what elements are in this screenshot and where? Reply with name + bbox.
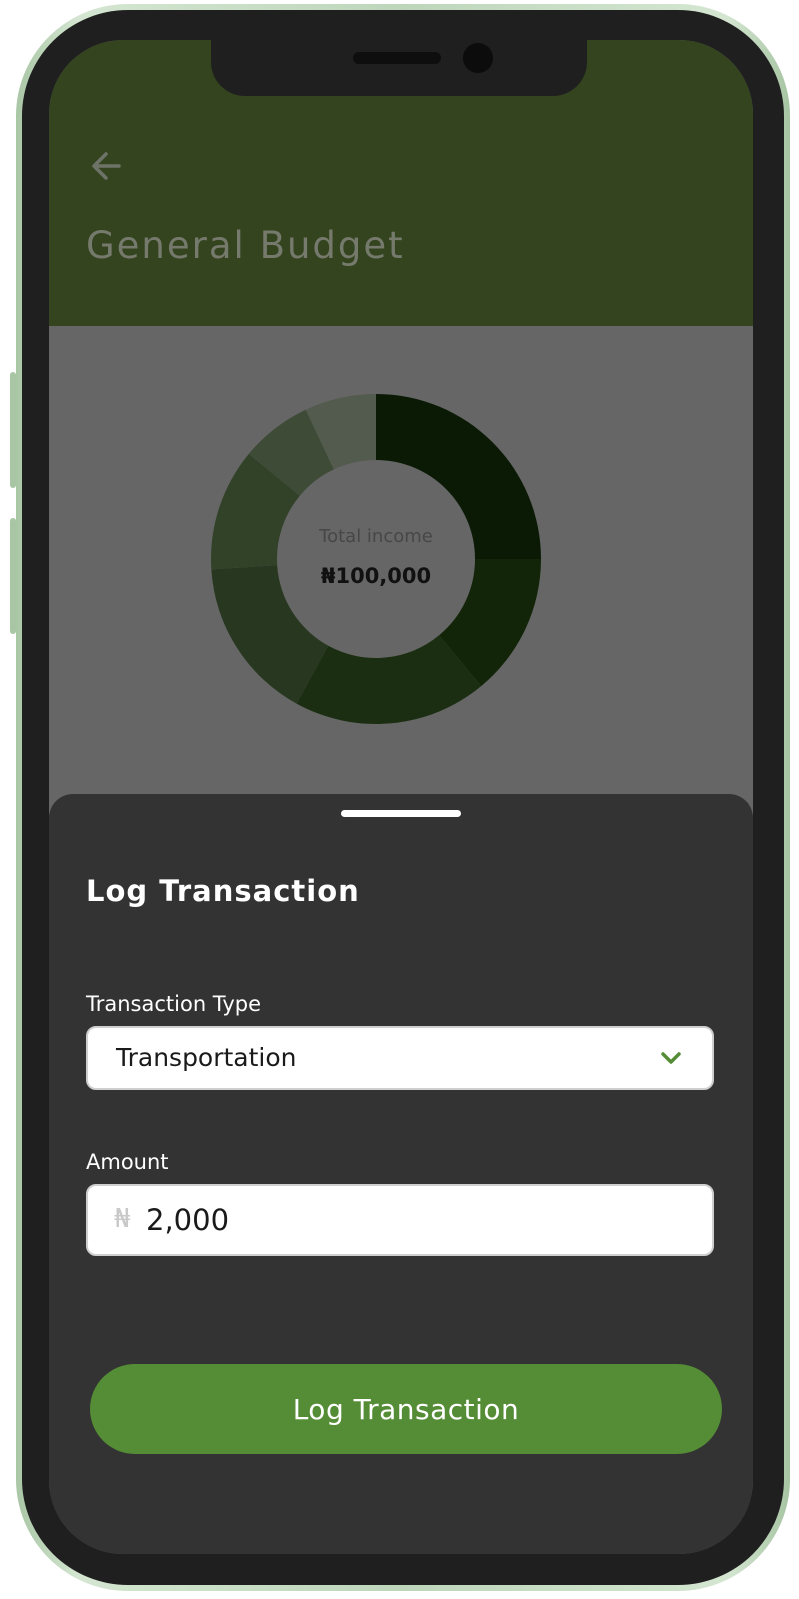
chevron-down-icon (661, 1052, 681, 1064)
amount-field[interactable]: ₦ (86, 1184, 714, 1256)
back-button[interactable] (89, 148, 125, 184)
amount-label: Amount (86, 1150, 169, 1174)
transaction-type-select[interactable]: Transportation (86, 1026, 714, 1090)
log-transaction-button[interactable]: Log Transaction (90, 1364, 722, 1454)
phone-side-button (10, 518, 16, 634)
donut-svg (211, 394, 541, 724)
income-donut-chart: Total income ₦100,000 (211, 394, 541, 724)
app-screen: General Budget Total income ₦100,000 Log… (49, 40, 753, 1554)
total-income-label: Total income (319, 526, 433, 547)
budget-chart: Total income ₦100,000 (49, 326, 753, 836)
speaker-grille (353, 52, 441, 64)
phone-notch (211, 40, 587, 96)
arrow-left-icon (92, 152, 121, 180)
page-title: General Budget (86, 224, 405, 267)
log-transaction-sheet: Log Transaction Transaction Type Transpo… (49, 794, 753, 1554)
total-income-value: ₦100,000 (320, 564, 432, 588)
transaction-type-value: Transportation (116, 1043, 297, 1072)
currency-symbol: ₦ (114, 1204, 131, 1234)
phone-side-button (10, 372, 16, 488)
front-camera (463, 43, 493, 73)
transaction-type-label: Transaction Type (86, 992, 262, 1016)
amount-input[interactable] (146, 1198, 666, 1242)
sheet-drag-handle[interactable] (341, 810, 461, 817)
sheet-title: Log Transaction (86, 874, 360, 908)
